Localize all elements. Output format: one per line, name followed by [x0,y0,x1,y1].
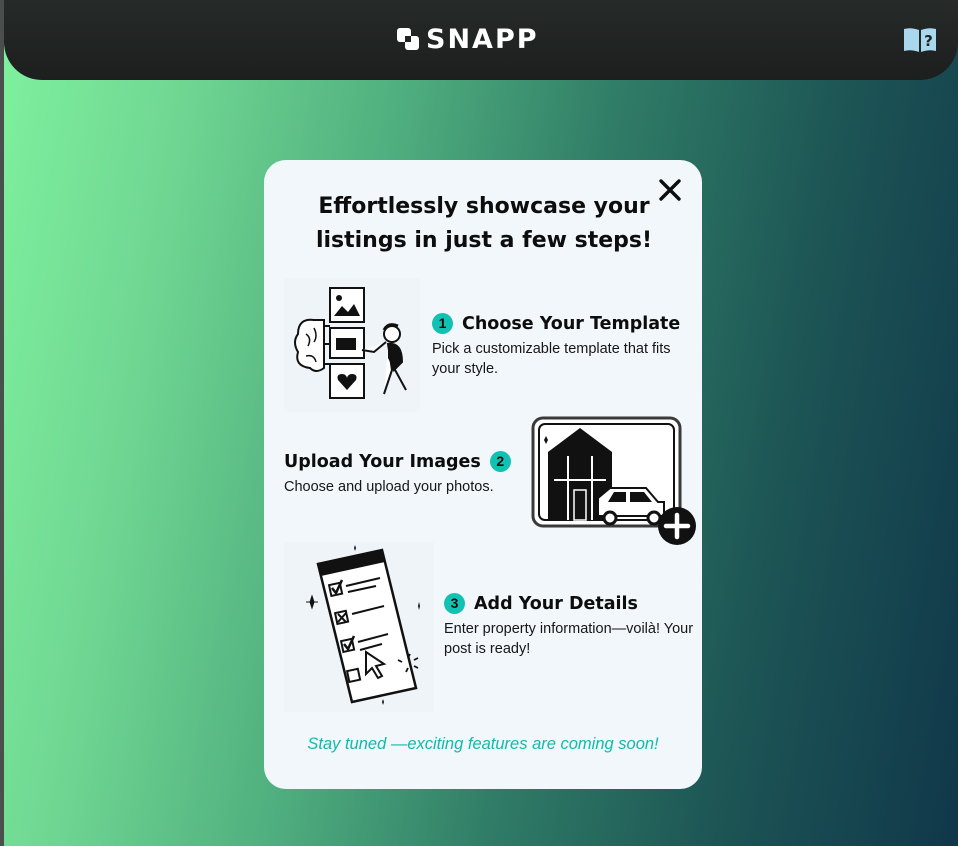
step-description: Enter property information—voilà! Your p… [444,621,694,657]
template-illustration [284,278,420,412]
step-number-badge: 3 [444,593,465,614]
step-description: Pick a customizable template that fits y… [432,341,671,377]
book-question-icon: ? [904,28,936,52]
top-bar: SNAPP ? [4,0,958,80]
help-button[interactable]: ? [902,26,938,54]
step-upload-images: Upload Your Images 2 Choose and upload y… [284,451,524,497]
step-number-badge: 2 [489,451,511,472]
onboarding-modal: Effortlessly showcase your listings in j… [264,160,702,789]
step-number-badge: 1 [432,313,453,334]
modal-title: Effortlessly showcase your listings in j… [315,194,653,253]
window-edge [0,0,4,846]
step-description: Choose and upload your photos. [284,479,494,495]
details-illustration [284,542,434,712]
logo-text: SNAPP [426,23,539,55]
step-title: Upload Your Images [284,451,481,472]
svg-text:?: ? [924,32,933,50]
step-choose-template: 1 Choose Your Template Pick a customizab… [432,313,692,379]
step-title: Add Your Details [474,593,638,614]
step-title: Choose Your Template [462,313,681,334]
upload-illustration [531,416,696,545]
snapp-logo-icon [397,28,419,50]
step-add-details: 3 Add Your Details Enter property inform… [444,593,694,659]
coming-soon-note: Stay tuned —exciting features are coming… [307,735,659,753]
logo[interactable]: SNAPP [396,23,539,55]
